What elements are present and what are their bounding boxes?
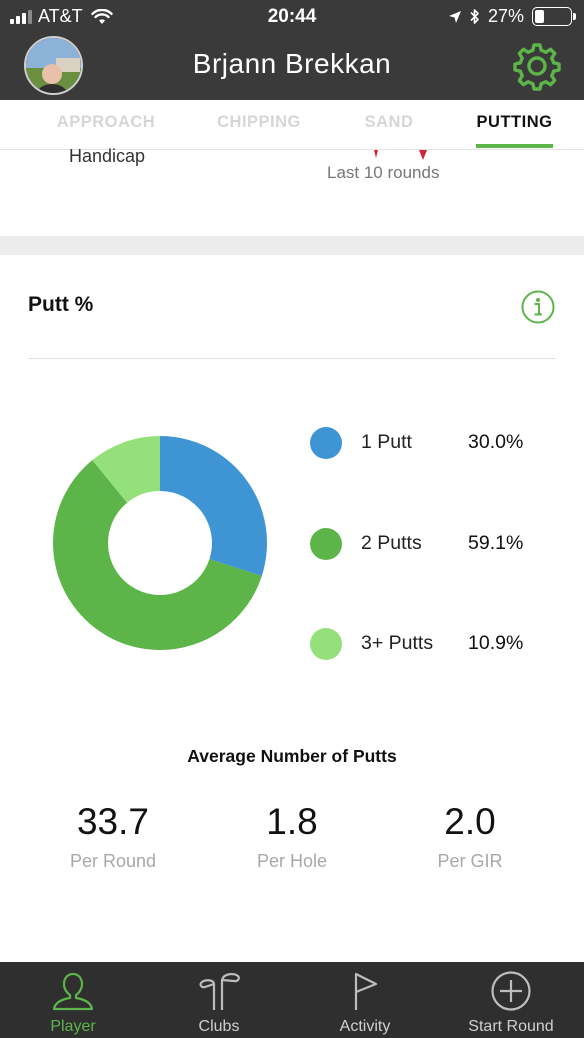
tab-chipping[interactable]: CHIPPING [196, 100, 322, 150]
legend-item-3-plus-putts: 3+ Putts 10.9% [310, 628, 560, 660]
app-header: AT&T 20:44 27% Brjann Brekkan [0, 0, 584, 100]
trend-caption: Last 10 rounds [327, 163, 440, 182]
active-tab-indicator [476, 144, 553, 148]
stat-per-round: 33.7 Per Round [23, 801, 203, 872]
status-right: 27% [448, 6, 576, 27]
section-divider [0, 236, 584, 255]
legend-value: 59.1% [468, 532, 524, 554]
stat-label: Per GIR [437, 851, 503, 871]
location-arrow-icon [448, 10, 461, 23]
stat-label: Per Round [69, 851, 157, 871]
donut-slice-1-putt [160, 436, 267, 577]
battery-percent: 27% [487, 6, 524, 26]
tab-label: Start Round [468, 1018, 554, 1035]
trend-marker [374, 150, 378, 158]
stat-value: 2.0 [444, 801, 496, 842]
averages-title: Average Number of Putts [187, 746, 397, 766]
stat-label: Per Hole [256, 851, 328, 871]
legend-swatch [310, 528, 342, 560]
legend-swatch [310, 628, 342, 660]
bluetooth-icon [470, 9, 479, 24]
legend-swatch [310, 427, 342, 459]
clubs-icon [199, 973, 240, 1010]
stat-tabs: APPROACH CHIPPING SAND PUTTING [0, 100, 584, 150]
tab-label: Activity [339, 1018, 391, 1035]
stat-value: 1.8 [266, 801, 318, 842]
card-rule [28, 358, 556, 359]
legend-value: 10.9% [468, 632, 524, 654]
tab-start-round[interactable]: Start Round [438, 962, 584, 1038]
status-bar: AT&T 20:44 27% [0, 0, 584, 34]
tab-approach[interactable]: APPROACH [38, 100, 174, 150]
putt-card-title: Putt % [28, 293, 94, 316]
flag-icon [354, 972, 378, 1010]
plus-circle-icon [491, 971, 531, 1011]
stat-per-hole: 1.8 Per Hole [202, 801, 382, 872]
legend-item-2-putts: 2 Putts 59.1% [310, 528, 560, 560]
handicap-label: Handicap [69, 146, 146, 166]
info-icon[interactable] [521, 290, 555, 324]
stat-value: 33.7 [76, 801, 149, 842]
user-name: Brjann Brekkan [192, 48, 392, 79]
legend-label: 1 Putt [361, 431, 412, 453]
legend-item-1-putt: 1 Putt 30.0% [310, 427, 560, 459]
putt-donut-chart [52, 436, 267, 650]
trend-marker [419, 150, 427, 160]
player-icon [52, 972, 94, 1011]
legend-label: 3+ Putts [361, 632, 434, 654]
bottom-tab-bar: Player Clubs Activity Start Round [0, 962, 584, 1038]
tab-label: Player [50, 1018, 96, 1035]
legend-label: 2 Putts [361, 532, 422, 554]
tab-player[interactable]: Player [0, 962, 146, 1038]
gear-icon[interactable] [512, 41, 562, 91]
tab-clubs[interactable]: Clubs [146, 962, 292, 1038]
legend-value: 30.0% [468, 431, 524, 453]
stat-per-gir: 2.0 Per GIR [380, 801, 560, 872]
tab-putting[interactable]: PUTTING [466, 100, 563, 150]
tab-activity[interactable]: Activity [292, 962, 438, 1038]
tab-label: Clubs [198, 1018, 240, 1035]
tab-sand[interactable]: SAND [344, 100, 434, 150]
battery-icon [532, 7, 576, 26]
